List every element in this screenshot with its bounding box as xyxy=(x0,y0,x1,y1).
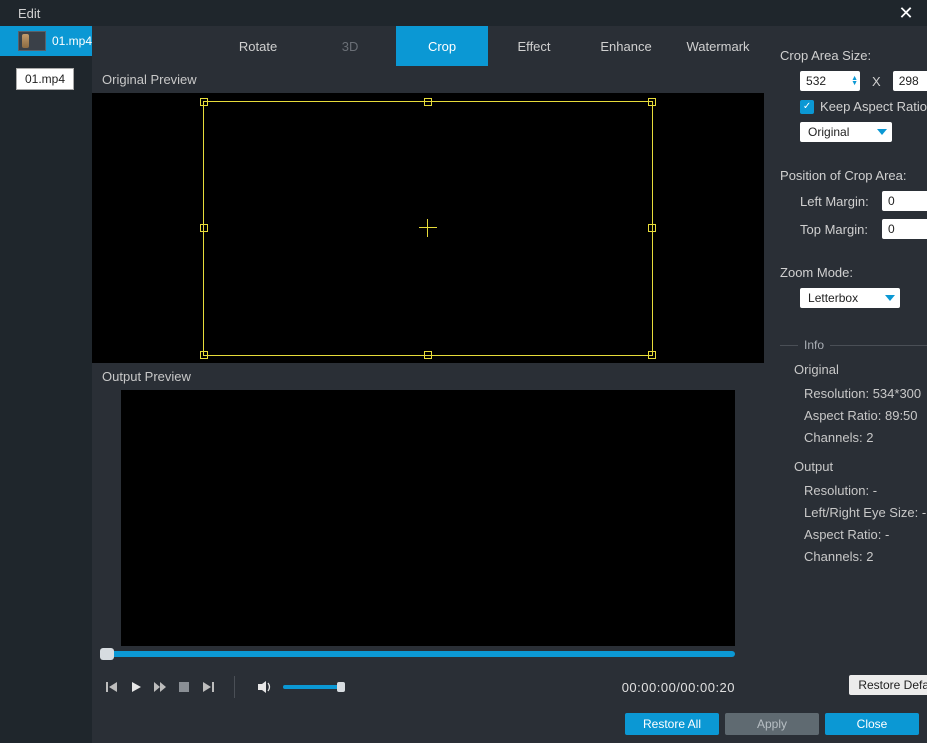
crop-handle-tc[interactable] xyxy=(424,98,432,106)
crop-center-icon xyxy=(419,219,437,237)
zoom-mode-label: Zoom Mode: xyxy=(780,265,927,280)
crop-handle-rc[interactable] xyxy=(648,224,656,232)
zoom-mode-select[interactable]: Letterbox xyxy=(800,288,900,308)
dimension-separator: X xyxy=(872,74,881,89)
info-row: Resolution: 534*300 xyxy=(804,383,927,405)
info-row: Channels: 2 xyxy=(804,427,927,449)
volume-slider[interactable] xyxy=(283,685,345,689)
crop-height-input[interactable]: 298 ▲▼ xyxy=(893,71,927,91)
crop-width-value: 532 xyxy=(806,74,826,88)
tab-bar: Rotate 3D Crop Effect Enhance Watermark xyxy=(92,26,764,66)
aspect-ratio-select[interactable]: Original xyxy=(800,122,892,142)
file-thumbnail-icon xyxy=(18,31,46,51)
close-button[interactable]: Close xyxy=(825,713,919,735)
top-margin-input[interactable]: 0 ▲▼ xyxy=(882,219,927,239)
volume-icon[interactable] xyxy=(253,675,277,699)
tab-3d[interactable]: 3D xyxy=(304,26,396,66)
time-display: 00:00:00/00:00:20 xyxy=(622,680,735,695)
fast-forward-button[interactable] xyxy=(148,675,172,699)
crop-area-size-label: Crop Area Size: xyxy=(780,48,927,63)
stop-button[interactable] xyxy=(172,675,196,699)
chevron-down-icon xyxy=(875,125,889,139)
info-original-title: Original xyxy=(794,362,927,377)
crop-height-value: 298 xyxy=(899,74,919,88)
play-button[interactable] xyxy=(124,675,148,699)
window-title: Edit xyxy=(18,6,40,21)
original-preview[interactable] xyxy=(92,93,764,363)
aspect-ratio-value: Original xyxy=(808,125,849,139)
keep-aspect-checkbox[interactable]: ✓ xyxy=(800,100,814,114)
tab-effect[interactable]: Effect xyxy=(488,26,580,66)
crop-width-input[interactable]: 532 ▲▼ xyxy=(800,71,860,91)
info-output-title: Output xyxy=(794,459,927,474)
keep-aspect-label: Keep Aspect Ratio: xyxy=(820,99,927,114)
top-margin-label: Top Margin: xyxy=(800,222,882,237)
position-label: Position of Crop Area: xyxy=(780,168,927,183)
tab-watermark[interactable]: Watermark xyxy=(672,26,764,66)
tab-crop[interactable]: Crop xyxy=(396,26,488,66)
output-preview-label: Output Preview xyxy=(92,363,764,390)
info-row: Aspect Ratio: - xyxy=(804,524,927,546)
crop-selection[interactable] xyxy=(203,101,653,356)
control-divider xyxy=(234,676,235,698)
info-header: Info xyxy=(804,338,824,352)
chevron-down-icon xyxy=(883,291,897,305)
crop-handle-bl[interactable] xyxy=(200,351,208,359)
top-margin-value: 0 xyxy=(888,222,895,236)
seek-thumb[interactable] xyxy=(100,648,114,660)
file-tooltip: 01.mp4 xyxy=(16,68,74,90)
volume-thumb[interactable] xyxy=(337,682,345,692)
bottom-bar: Restore All Apply Close xyxy=(143,705,927,743)
restore-defaults-button[interactable]: Restore Defaults xyxy=(849,675,927,695)
apply-button: Apply xyxy=(725,713,819,735)
zoom-mode-value: Letterbox xyxy=(808,291,858,305)
crop-handle-br[interactable] xyxy=(648,351,656,359)
file-name: 01.mp4 xyxy=(52,34,92,48)
original-preview-label: Original Preview xyxy=(92,66,764,93)
crop-handle-tr[interactable] xyxy=(648,98,656,106)
tab-rotate[interactable]: Rotate xyxy=(212,26,304,66)
left-margin-value: 0 xyxy=(888,194,895,208)
close-icon[interactable]: ✕ xyxy=(897,3,915,24)
spinner-arrows-icon[interactable]: ▲▼ xyxy=(851,76,858,86)
crop-handle-bc[interactable] xyxy=(424,351,432,359)
next-frame-button[interactable] xyxy=(196,675,220,699)
crop-handle-tl[interactable] xyxy=(200,98,208,106)
output-preview xyxy=(121,390,735,646)
file-sidebar: 01.mp4 01.mp4 xyxy=(0,26,92,743)
left-margin-input[interactable]: 0 ▲▼ xyxy=(882,191,927,211)
info-row: Channels: 2 xyxy=(804,546,927,568)
settings-panel: Crop Area Size: 532 ▲▼ X 298 ▲▼ ✓ Keep A… xyxy=(764,26,927,743)
file-item[interactable]: 01.mp4 xyxy=(0,26,92,56)
tab-enhance[interactable]: Enhance xyxy=(580,26,672,66)
restore-all-button[interactable]: Restore All xyxy=(625,713,719,735)
crop-handle-lc[interactable] xyxy=(200,224,208,232)
seek-slider[interactable] xyxy=(100,651,735,657)
title-bar: Edit ✕ xyxy=(0,0,927,26)
info-row: Resolution: - xyxy=(804,480,927,502)
prev-frame-button[interactable] xyxy=(100,675,124,699)
info-row: Aspect Ratio: 89:50 xyxy=(804,405,927,427)
left-margin-label: Left Margin: xyxy=(800,194,882,209)
info-row: Left/Right Eye Size: - xyxy=(804,502,927,524)
